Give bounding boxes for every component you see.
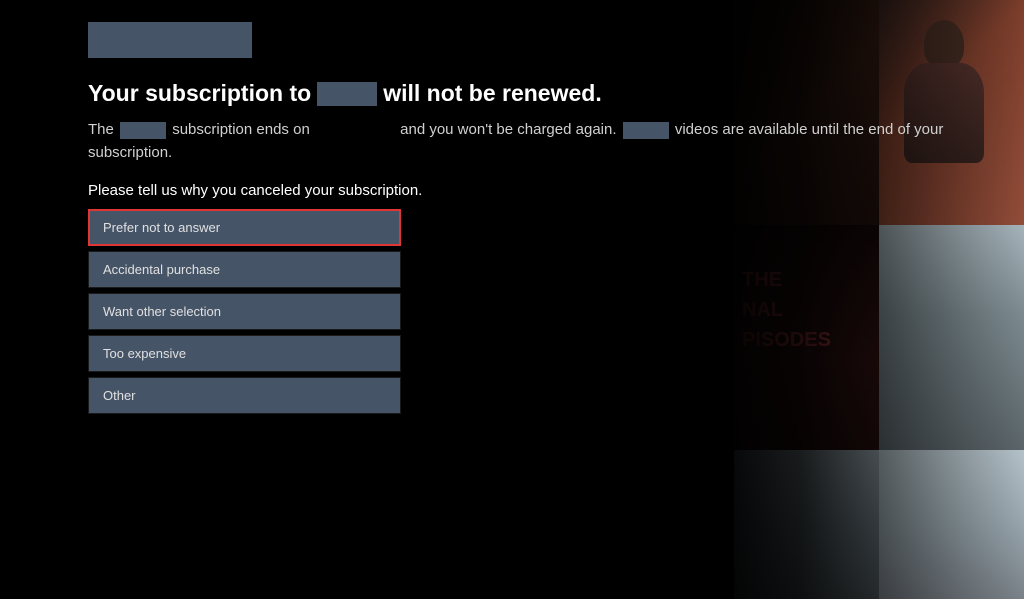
option-too-expensive[interactable]: Too expensive [88,335,401,372]
desc-part1: The [88,121,114,138]
redacted-date [316,122,394,139]
poster-tile [734,450,879,599]
cancellation-description: The subscription ends on and you won't b… [88,119,998,164]
main-content: Your subscription to will not be renewed… [0,0,1024,414]
desc-part3: and you won't be charged again. [400,121,616,138]
option-want-other-selection[interactable]: Want other selection [88,293,401,330]
service-logo [88,22,252,58]
redacted-service-name [317,82,377,106]
desc-part2: subscription ends on [172,121,310,138]
survey-question: Please tell us why you canceled your sub… [88,182,1024,199]
redacted-service-name [120,122,166,139]
survey-options: Prefer not to answer Accidental purchase… [88,209,401,414]
option-other[interactable]: Other [88,377,401,414]
poster-tile [879,450,1024,599]
option-prefer-not-answer[interactable]: Prefer not to answer [88,209,401,246]
option-accidental-purchase[interactable]: Accidental purchase [88,251,401,288]
redacted-service-name [623,122,669,139]
page-title: Your subscription to will not be renewed… [88,80,1024,107]
heading-text-part1: Your subscription to [88,80,311,107]
heading-text-part2: will not be renewed. [383,80,602,107]
